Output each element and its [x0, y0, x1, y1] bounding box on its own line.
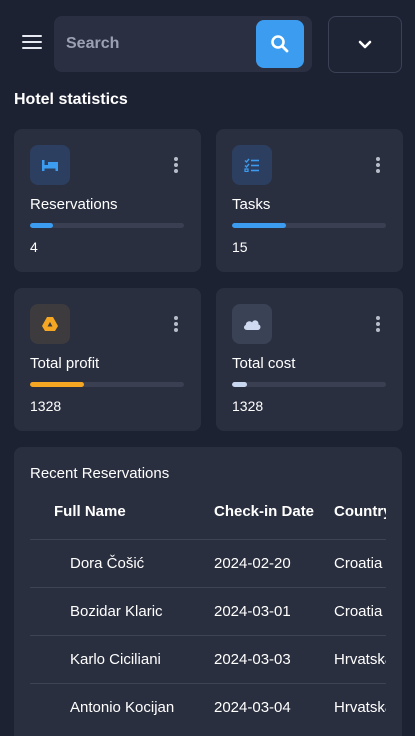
dropdown-button[interactable] — [328, 16, 402, 73]
card-label: Total cost — [232, 355, 296, 372]
card-menu-icon[interactable] — [173, 157, 179, 175]
search-button[interactable] — [256, 20, 304, 68]
progress-bar — [30, 223, 184, 228]
card-label: Reservations — [30, 196, 118, 213]
table-row[interactable]: Bozidar Klaric 2024-03-01 Croatia — [30, 587, 386, 635]
cell-check-in-date: 2024-03-04 — [214, 699, 291, 716]
cell-check-in-date: 2024-03-03 — [214, 651, 291, 668]
cell-full-name: Karlo Ciciliani — [70, 651, 161, 668]
checklist-icon — [232, 145, 272, 185]
drive-icon — [30, 304, 70, 344]
progress-fill — [30, 223, 54, 228]
table-header: Full Name Check-in Date Country — [30, 487, 386, 539]
stat-card-tasks: Tasks 15 — [216, 129, 403, 272]
cloud-icon — [232, 304, 272, 344]
card-value: 15 — [232, 239, 248, 255]
card-value: 4 — [30, 239, 38, 255]
card-value: 1328 — [232, 398, 264, 414]
cell-full-name: Bozidar Klaric — [70, 603, 163, 620]
column-header-full-name[interactable]: Full Name — [54, 503, 126, 520]
cell-check-in-date: 2024-03-01 — [214, 603, 291, 620]
top-bar — [0, 0, 415, 88]
column-header-check-in-date[interactable]: Check-in Date — [214, 503, 314, 520]
stat-card-total-cost: Total cost 1328 — [216, 288, 403, 431]
cell-country: Croatia — [334, 555, 383, 572]
progress-bar — [232, 223, 386, 228]
recent-reservations-title: Recent Reservations — [30, 465, 170, 482]
cell-country: Hrvatska — [334, 651, 386, 668]
search-icon — [271, 35, 289, 53]
reservations-table[interactable]: Full Name Check-in Date Country Dora Čoš… — [30, 487, 386, 736]
cell-full-name: Antonio Kocijan — [70, 699, 175, 716]
recent-reservations-card: Recent Reservations Full Name Check-in D… — [14, 447, 402, 736]
cell-full-name: Dora Čošić — [70, 555, 145, 572]
card-label: Tasks — [232, 196, 271, 213]
chevron-down-icon — [358, 40, 372, 48]
bed-icon — [30, 145, 70, 185]
progress-fill — [232, 382, 248, 387]
progress-bar — [30, 382, 184, 387]
cell-country: Hrvatska — [334, 699, 386, 716]
search-box — [54, 16, 312, 72]
table-row[interactable]: Karlo Ciciliani 2024-03-03 Hrvatska — [30, 635, 386, 683]
progress-fill — [30, 382, 84, 387]
search-input[interactable] — [66, 30, 251, 58]
card-menu-icon[interactable] — [173, 316, 179, 334]
card-label: Total profit — [30, 355, 100, 372]
progress-bar — [232, 382, 386, 387]
table-row[interactable]: Dora Čošić 2024-02-20 Croatia — [30, 539, 386, 587]
hamburger-icon[interactable] — [22, 35, 46, 53]
cell-check-in-date: 2024-02-20 — [214, 555, 291, 572]
card-menu-icon[interactable] — [375, 157, 381, 175]
card-menu-icon[interactable] — [375, 316, 381, 334]
progress-fill — [232, 223, 286, 228]
cell-country: Croatia — [334, 603, 383, 620]
table-row[interactable]: Antonio Kocijan 2024-03-04 Hrvatska — [30, 683, 386, 731]
section-title: Hotel statistics — [14, 91, 128, 108]
stat-card-reservations: Reservations 4 — [14, 129, 201, 272]
column-header-country[interactable]: Country — [334, 503, 386, 520]
card-value: 1328 — [30, 398, 62, 414]
stat-card-total-profit: Total profit 1328 — [14, 288, 201, 431]
